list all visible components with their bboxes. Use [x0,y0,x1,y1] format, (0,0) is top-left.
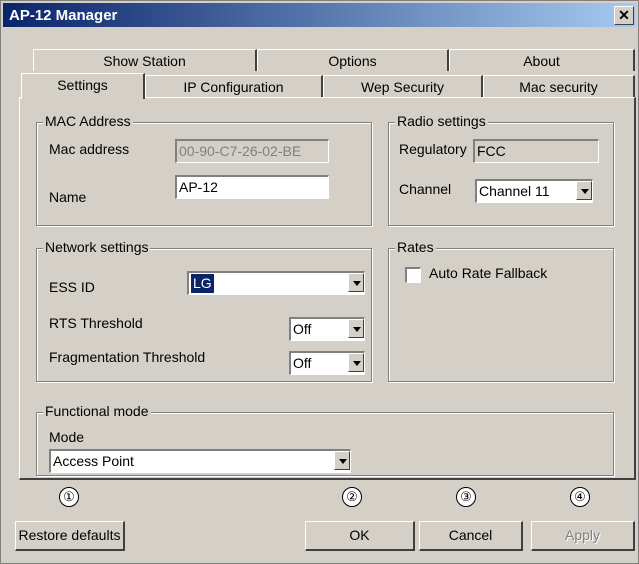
mac-address-legend: MAC Address [43,113,133,129]
rts-threshold-select[interactable]: Off [289,317,365,341]
rates-legend: Rates [395,239,436,255]
radio-settings-legend: Radio settings [395,113,488,129]
chevron-down-icon[interactable] [348,353,364,372]
channel-select[interactable]: Channel 11 [475,179,593,203]
functional-mode-legend: Functional mode [43,403,151,419]
mode-label: Mode [49,429,85,445]
tab-ip-configuration[interactable]: IP Configuration [145,75,323,97]
functional-mode-group: Functional mode Mode Access Point [36,403,614,476]
essid-label: ESS ID [49,279,95,295]
fragmentation-threshold-value: Off [293,355,312,371]
essid-value: LG [191,274,214,293]
cancel-button[interactable]: Cancel [419,521,523,551]
window-title: AP-12 Manager [9,7,118,24]
channel-value: Channel 11 [479,183,550,199]
mac-address-label: Mac address [49,141,130,157]
name-field[interactable]: AP-12 [175,175,329,199]
callout-marker-1: ① [59,487,79,507]
close-icon: ✕ [618,7,630,23]
ap12-manager-window: AP-12 Manager ✕ Show Station Options Abo… [0,0,639,564]
tab-show-station[interactable]: Show Station [33,49,257,71]
restore-defaults-button[interactable]: Restore defaults [15,521,125,551]
mac-address-field: 00-90-C7-26-02-BE [175,139,329,163]
close-button[interactable]: ✕ [614,6,634,25]
tab-about[interactable]: About [449,49,635,71]
tab-wep-security[interactable]: Wep Security [323,75,483,97]
fragmentation-threshold-label: Fragmentation Threshold [49,349,206,365]
apply-button[interactable]: Apply [531,521,635,551]
name-label: Name [49,189,87,205]
tab-mac-security[interactable]: Mac security [483,75,635,97]
auto-rate-fallback-label: Auto Rate Fallback [429,265,548,281]
fragmentation-threshold-select[interactable]: Off [289,351,365,375]
tab-options[interactable]: Options [257,49,449,71]
essid-select[interactable]: LG [187,271,365,295]
radio-settings-group: Radio settings Regulatory FCC Channel Ch… [388,113,614,226]
tab-settings[interactable]: Settings [21,73,145,99]
regulatory-field: FCC [473,139,599,163]
callout-marker-3: ③ [456,487,476,507]
ok-button[interactable]: OK [305,521,415,551]
chevron-down-icon[interactable] [334,451,350,470]
mac-address-group: MAC Address Mac address 00-90-C7-26-02-B… [36,113,372,226]
callout-marker-2: ② [342,487,362,507]
chevron-down-icon[interactable] [576,181,592,200]
rts-threshold-value: Off [293,321,312,337]
mode-select[interactable]: Access Point [49,449,351,473]
title-bar[interactable]: AP-12 Manager ✕ [3,3,636,27]
callout-marker-4: ④ [570,487,590,507]
settings-panel: MAC Address Mac address 00-90-C7-26-02-B… [19,97,636,480]
network-settings-group: Network settings ESS ID LG RTS Threshold… [36,239,372,382]
rates-group: Rates Auto Rate Fallback [388,239,614,382]
chevron-down-icon[interactable] [348,319,364,338]
channel-label: Channel [399,181,452,197]
network-settings-legend: Network settings [43,239,151,255]
chevron-down-icon[interactable] [348,273,364,292]
mode-value: Access Point [53,453,134,469]
auto-rate-fallback-checkbox[interactable] [405,267,421,283]
regulatory-label: Regulatory [399,141,467,157]
rts-threshold-label: RTS Threshold [49,315,143,331]
